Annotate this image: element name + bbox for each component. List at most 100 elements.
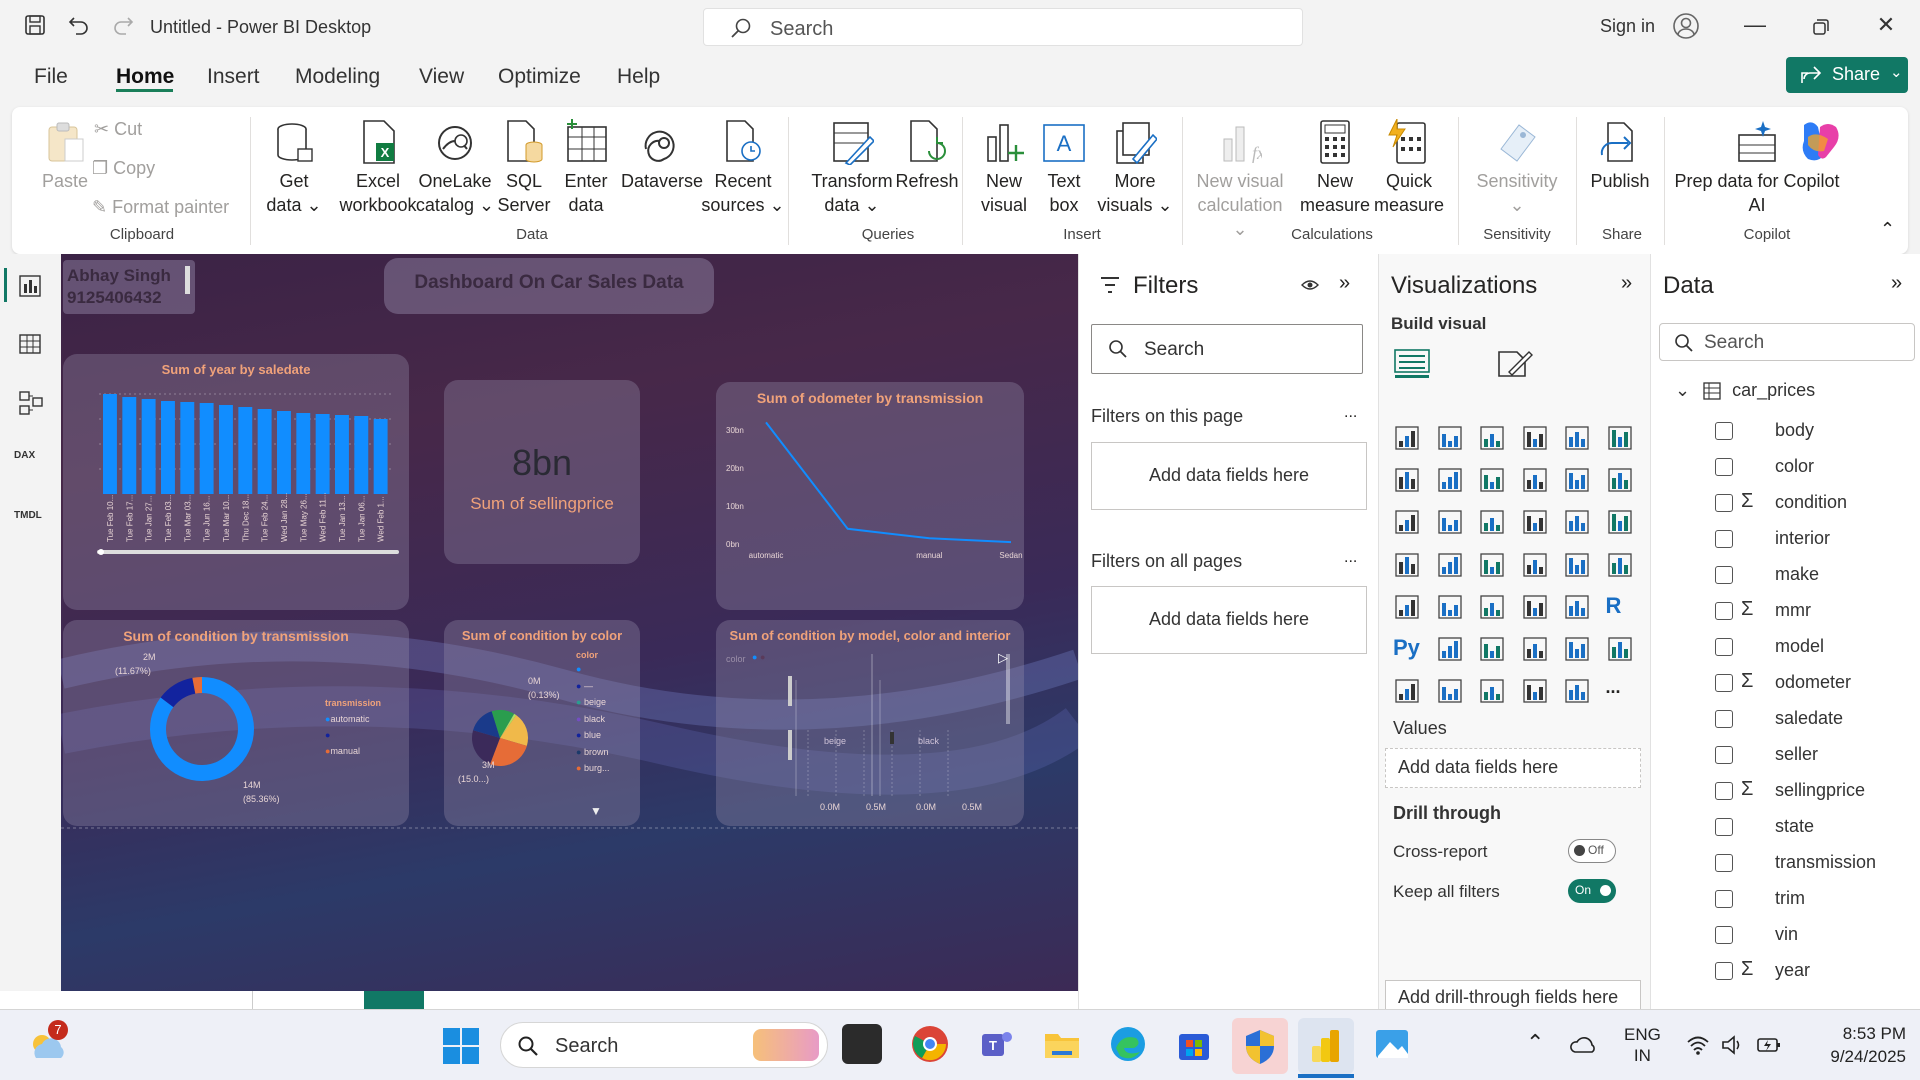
format-painter-button[interactable]: ✎ Format painter [92,197,229,218]
python-visual-icon[interactable]: Py [1393,635,1423,665]
funnel-icon[interactable] [1478,508,1508,538]
report-view-icon[interactable] [18,274,42,298]
weather-icon[interactable]: 7 [26,1020,70,1069]
field-checkbox[interactable] [1715,530,1733,548]
save-icon[interactable] [24,14,46,42]
field-checkbox[interactable] [1715,602,1733,620]
stacked-column-icon[interactable] [1436,424,1466,454]
minimize-icon[interactable]: — [1735,12,1775,38]
refresh-button[interactable]: Refresh [892,119,962,193]
text-box-button[interactable]: A Text box [1036,119,1092,217]
field-trim[interactable]: trim [1715,888,1905,912]
more-visuals-button[interactable]: More visuals ⌄ [1094,119,1176,217]
paginated-icon[interactable] [1393,677,1423,707]
values-drop-zone[interactable]: Add data fields here [1385,748,1641,788]
100-column-icon[interactable] [1606,424,1636,454]
custom-icon[interactable] [1521,677,1551,707]
collapse-ribbon-icon[interactable]: ⌃ [1880,219,1895,240]
100-bar-icon[interactable] [1563,424,1593,454]
menu-home[interactable]: Home [116,65,174,89]
field-seller[interactable]: seller [1715,744,1905,768]
sign-in-link[interactable]: Sign in [1600,16,1655,37]
field-sellingprice[interactable]: Σsellingprice [1715,778,1905,804]
publish-button[interactable]: Publish [1584,119,1656,193]
eye-icon[interactable] [1301,278,1319,292]
metrics-icon[interactable] [1563,677,1593,707]
power-bi-icon[interactable] [1298,1018,1354,1074]
field-condition[interactable]: Σcondition [1715,490,1905,516]
donut-chart-transmission[interactable]: Sum of condition by transmission 2M (11.… [63,620,409,826]
donut-icon[interactable] [1606,508,1636,538]
onelake-catalog-button[interactable]: OneLake catalog ⌄ [414,119,496,217]
field-color[interactable]: color [1715,456,1905,480]
field-saledate[interactable]: saledate [1715,708,1905,732]
dataverse-button[interactable]: Dataverse [616,119,708,193]
get-data-button[interactable]: Get data ⌄ [264,119,324,217]
map-icon[interactable] [1436,551,1466,581]
author-card[interactable]: Abhay Singh 9125406432 [63,260,195,314]
copy-button[interactable]: ❐ Copy [92,158,155,179]
menu-insert[interactable]: Insert [207,65,260,89]
user-avatar-icon[interactable] [1672,12,1700,45]
transform-data-button[interactable]: Transform data ⌄ [802,119,902,217]
field-checkbox[interactable] [1715,494,1733,512]
field-checkbox[interactable] [1715,458,1733,476]
more-options-icon[interactable]: ... [1344,549,1357,567]
smart-narrative-icon[interactable] [1563,635,1593,665]
photos-icon[interactable] [1372,1024,1412,1064]
field-mmr[interactable]: Σmmr [1715,598,1905,624]
small-multiples-model-color-interior[interactable]: Sum of condition by model, color and int… [716,620,1024,826]
quick-measure-button[interactable]: Quick measure [1372,119,1446,217]
decomposition-tree-icon[interactable] [1478,635,1508,665]
enter-data-button[interactable]: Enter data [558,119,614,217]
chrome-icon[interactable] [910,1024,950,1064]
pie-legend-item[interactable]: ● [576,664,581,674]
tmdl-view-icon[interactable]: TMDL [14,510,42,521]
scatter-icon[interactable] [1521,508,1551,538]
field-make[interactable]: make [1715,564,1905,588]
field-checkbox[interactable] [1715,566,1733,584]
restore-icon[interactable] [1801,16,1841,42]
legend-scroll-down-icon[interactable]: ▼ [590,804,602,818]
filled-map-icon[interactable] [1478,551,1508,581]
onedrive-cloud-icon[interactable] [1570,1034,1598,1056]
dashboard-title-card[interactable]: Dashboard On Car Sales Data [384,258,714,314]
field-checkbox[interactable] [1715,638,1733,656]
undo-icon[interactable] [68,14,90,42]
field-year[interactable]: Σyear [1715,958,1905,984]
menu-modeling[interactable]: Modeling [295,65,380,89]
kpi-icon[interactable] [1436,593,1466,623]
treemap-icon[interactable] [1393,551,1423,581]
redo-icon[interactable] [112,14,134,42]
table-icon[interactable] [1521,593,1551,623]
field-transmission[interactable]: transmission [1715,852,1905,876]
share-button[interactable]: Share ⌄ [1786,57,1908,93]
menu-file[interactable]: File [34,65,68,89]
waterfall-icon[interactable] [1436,508,1466,538]
menu-help[interactable]: Help [617,65,660,89]
filters-all-pages-drop-zone[interactable]: Add data fields here [1091,586,1367,654]
table-car-prices[interactable]: ⌄ car_prices [1675,380,1815,401]
new-visual-calculation-button[interactable]: fx New visual calculation ⌄ [1192,119,1288,241]
matrix-icon[interactable] [1563,593,1593,623]
line-chart-odometer[interactable]: Sum of odometer by transmission 30bn 20bn… [716,382,1024,610]
filters-page-drop-zone[interactable]: Add data fields here [1091,442,1367,510]
azure-map-icon[interactable] [1521,551,1551,581]
field-odometer[interactable]: Σodometer [1715,670,1905,696]
100-area-icon[interactable] [1521,466,1551,496]
file-explorer-icon[interactable] [1042,1024,1082,1064]
field-interior[interactable]: interior [1715,528,1905,552]
more-icon[interactable]: ... [1606,677,1636,707]
edge-icon[interactable] [1108,1024,1148,1064]
field-body[interactable]: body [1715,420,1905,444]
kpi-card-sellingprice[interactable]: 8bn Sum of sellingprice [444,380,640,564]
field-vin[interactable]: vin [1715,924,1905,948]
report-canvas[interactable]: Abhay Singh 9125406432 Dashboard On Car … [61,254,1078,991]
start-button[interactable] [442,1027,480,1070]
microsoft-store-icon[interactable] [1174,1024,1214,1064]
power-automate-icon[interactable] [1436,677,1466,707]
field-checkbox[interactable] [1715,818,1733,836]
pie-legend-item[interactable]: ● burg... [576,763,609,773]
collapse-data-icon[interactable]: » [1891,272,1902,295]
donut-legend-blank[interactable]: ● [325,730,330,740]
